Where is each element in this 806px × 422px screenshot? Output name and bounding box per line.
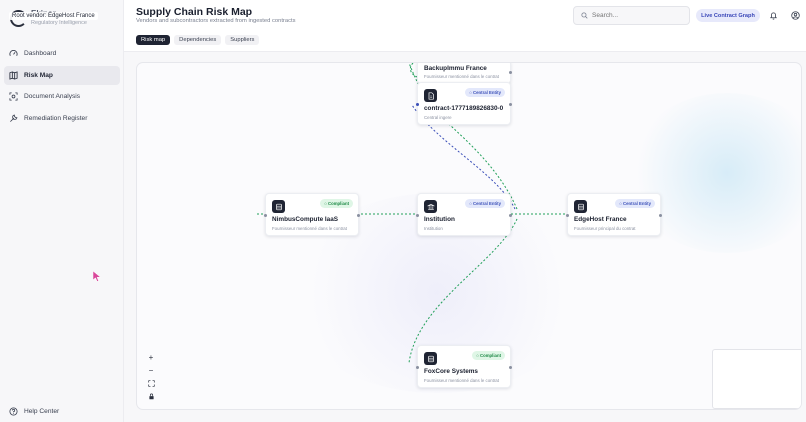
- page-subtitle: Vendors and subcontractors extracted fro…: [136, 18, 296, 24]
- node-title: BackupImmu France: [424, 65, 487, 72]
- node-port: [509, 103, 512, 106]
- page-header: Supply Chain Risk Map Vendors and subcon…: [124, 0, 806, 52]
- live-contract-graph-button[interactable]: Live Contract Graph: [696, 9, 760, 22]
- mouse-cursor-icon: [93, 271, 102, 282]
- node-title: FoxCore Systems: [424, 368, 478, 375]
- node-edgehost-france[interactable]: ○ Central Entity EdgeHost France Fournis…: [566, 193, 662, 236]
- node-port: [416, 103, 419, 106]
- wrench-icon: [9, 114, 18, 123]
- node-title: EdgeHost France: [574, 216, 627, 223]
- sidebar-item-label: Document Analysis: [24, 93, 81, 100]
- fit-view-icon: [147, 379, 155, 387]
- sidebar-nav: Dashboard Risk Map Document Analysis Rem…: [4, 44, 120, 130]
- gauge-icon: [9, 49, 18, 58]
- compliant-badge: ○ Compliant: [320, 199, 353, 208]
- node-title: Institution: [424, 216, 455, 223]
- tab-risk-map[interactable]: Risk map: [136, 35, 171, 45]
- node-subtitle: Fournisseur principal du contrat: [574, 226, 636, 231]
- document-icon: [424, 89, 437, 102]
- central-entity-badge: ○ Central Entity: [465, 199, 505, 208]
- node-port: [416, 214, 419, 217]
- scan-icon: [9, 92, 18, 101]
- node-backupimmu-france[interactable]: BackupImmu France Fournisseur mentionné …: [417, 63, 512, 84]
- bank-icon: [424, 200, 437, 213]
- tab-suppliers[interactable]: Suppliers: [225, 35, 260, 45]
- search-icon: [581, 12, 588, 19]
- compliant-badge: ○ Compliant: [472, 351, 505, 360]
- node-title: contract-1777189826830-0: [424, 105, 504, 112]
- node-subtitle: Fournisseur mentionné dans le contrat: [424, 74, 499, 79]
- sidebar-item-label: Remediation Register: [24, 114, 88, 122]
- node-foxcore-systems[interactable]: ○ Compliant FoxCore Systems Fournisseur …: [416, 345, 512, 388]
- node-port: [509, 71, 512, 74]
- node-institution[interactable]: ○ Central Entity Institution Institution: [416, 193, 512, 236]
- bell-icon[interactable]: [769, 11, 778, 20]
- node-nimbuscompute-iaas[interactable]: ○ Compliant NimbusCompute IaaS Fournisse…: [264, 193, 360, 236]
- map-icon: [9, 70, 18, 80]
- zoom-out-button[interactable]: −: [145, 364, 157, 376]
- node-port: [416, 366, 419, 369]
- node-port: [659, 214, 662, 217]
- minimap[interactable]: [712, 349, 801, 409]
- sidebar: Ekinor Regulatory Intelligence Root vend…: [0, 0, 124, 422]
- node-port: [264, 214, 267, 217]
- zoom-controls: + −: [145, 351, 157, 403]
- node-port: [566, 214, 569, 217]
- user-account-icon[interactable]: [791, 11, 800, 20]
- brand-subtitle: Regulatory Intelligence: [31, 20, 87, 26]
- central-entity-badge: ○ Central Entity: [615, 199, 655, 208]
- node-port: [509, 366, 512, 369]
- node-subtitle: Fournisseur mentionné dans le contrat: [424, 378, 499, 383]
- node-subtitle: Central ingere: [424, 115, 452, 120]
- node-subtitle: Fournisseur mentionné dans le contrat: [272, 226, 347, 231]
- search-box[interactable]: [573, 6, 690, 25]
- sidebar-item-remediation-register[interactable]: Remediation Register: [4, 109, 120, 128]
- sidebar-item-risk-map[interactable]: Risk Map: [4, 65, 120, 85]
- node-subtitle: Institution: [424, 226, 443, 231]
- app-root: Ekinor Regulatory Intelligence Root vend…: [0, 0, 806, 422]
- node-title: NimbusCompute IaaS: [272, 216, 339, 223]
- sidebar-item-document-analysis[interactable]: Document Analysis: [4, 87, 120, 106]
- sidebar-item-label: Dashboard: [24, 50, 57, 57]
- node-port: [357, 214, 360, 217]
- sidebar-item-dashboard[interactable]: Dashboard: [4, 44, 120, 63]
- help-circle-icon: [9, 407, 18, 416]
- sidebar-item-label: Risk Map: [24, 71, 53, 79]
- help-center-link[interactable]: Help Center: [9, 407, 59, 416]
- central-entity-badge: ○ Central Entity: [465, 88, 505, 97]
- edge-institution-foxcore: [408, 218, 518, 364]
- view-tabs: Risk map Dependencies Suppliers: [136, 35, 263, 45]
- lock-icon: [148, 393, 154, 399]
- search-input[interactable]: [592, 12, 682, 19]
- database-icon: [424, 352, 437, 365]
- tab-dependencies[interactable]: Dependencies: [174, 35, 222, 45]
- help-center-label: Help Center: [24, 408, 60, 415]
- node-port: [509, 214, 512, 217]
- zoom-in-button[interactable]: +: [145, 351, 157, 363]
- risk-map-canvas[interactable]: BackupImmu France Fournisseur mentionné …: [136, 62, 802, 410]
- database-icon: [272, 200, 285, 213]
- node-contract[interactable]: ○ Central Entity contract-1777189826830-…: [416, 82, 512, 125]
- lock-button[interactable]: [145, 390, 157, 402]
- root-vendor-tooltip: Root vendor: EdgeHost France: [9, 12, 98, 20]
- page-title: Supply Chain Risk Map: [136, 6, 253, 18]
- fit-view-button[interactable]: [145, 377, 157, 389]
- database-icon: [574, 200, 587, 213]
